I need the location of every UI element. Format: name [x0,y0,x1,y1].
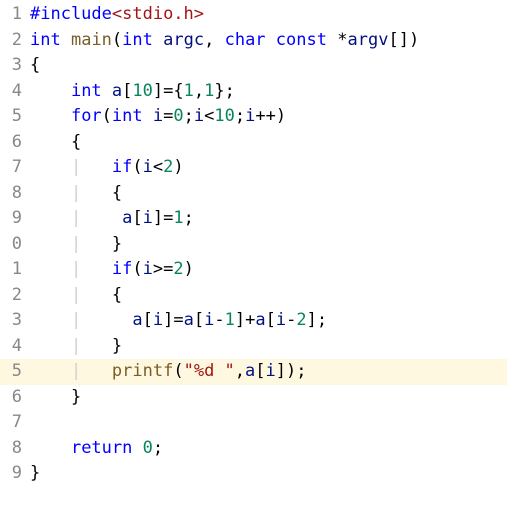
code-content: | a[i]=1; [30,206,507,232]
code-line: 1 #include<stdio.h> [0,2,507,28]
line-number: 3 [0,53,30,79]
line-number: 5 [0,359,30,385]
line-number: 7 [0,410,30,436]
code-line: 4 | } [0,334,507,360]
code-content: return 0; [30,436,507,462]
line-number: 4 [0,334,30,360]
code-content: | } [30,232,507,258]
indent-guide: | [71,208,81,228]
line-number: 9 [0,206,30,232]
code-content: | { [30,283,507,309]
line-number: 2 [0,28,30,54]
indent-guide: | [71,234,81,254]
code-content: { [30,130,507,156]
code-content: for(int i=0;i<10;i++) [30,104,507,130]
code-content: | if(i<2) [30,155,507,181]
code-line: 9 | a[i]=1; [0,206,507,232]
line-number: 5 [0,104,30,130]
code-line: 8 return 0; [0,436,507,462]
code-content: | if(i>=2) [30,257,507,283]
code-content: | { [30,181,507,207]
code-line: 4 int a[10]={1,1}; [0,79,507,105]
code-line: 9 } [0,461,507,487]
line-number: 8 [0,436,30,462]
code-content: int a[10]={1,1}; [30,79,507,105]
line-number: 9 [0,461,30,487]
line-number: 2 [0,283,30,309]
line-number: 3 [0,308,30,334]
indent-guide: | [71,183,81,203]
code-content: } [30,385,507,411]
code-line: 0 | } [0,232,507,258]
line-number: 8 [0,181,30,207]
indent-guide: | [71,157,81,177]
code-content: #include<stdio.h> [30,2,507,28]
code-line: 7 [0,410,507,436]
code-content: | } [30,334,507,360]
line-number: 1 [0,2,30,28]
line-number: 6 [0,385,30,411]
code-line: 1 | if(i>=2) [0,257,507,283]
code-line: 2 int main(int argc, char const *argv[]) [0,28,507,54]
indent-guide: | [71,285,81,305]
code-line: 7 | if(i<2) [0,155,507,181]
code-line: 5 for(int i=0;i<10;i++) [0,104,507,130]
line-number: 4 [0,79,30,105]
indent-guide: | [71,259,81,279]
code-content: | a[i]=a[i-1]+a[i-2]; [30,308,507,334]
line-number: 0 [0,232,30,258]
code-line: 8 | { [0,181,507,207]
code-content: { [30,53,507,79]
line-number: 1 [0,257,30,283]
code-line-highlighted: 5 | printf("%d ",a[i]); [0,359,507,385]
code-line: 6 } [0,385,507,411]
code-editor: 1 #include<stdio.h> 2 int main(int argc,… [0,0,507,487]
code-line: 3 | a[i]=a[i-1]+a[i-2]; [0,308,507,334]
line-number: 7 [0,155,30,181]
code-content: | printf("%d ",a[i]); [30,359,507,385]
code-line: 3 { [0,53,507,79]
indent-guide: | [71,310,81,330]
indent-guide: | [71,336,81,356]
code-content: } [30,461,507,487]
code-content: int main(int argc, char const *argv[]) [30,28,507,54]
indent-guide: | [71,361,81,381]
line-number: 6 [0,130,30,156]
code-line: 2 | { [0,283,507,309]
code-line: 6 { [0,130,507,156]
